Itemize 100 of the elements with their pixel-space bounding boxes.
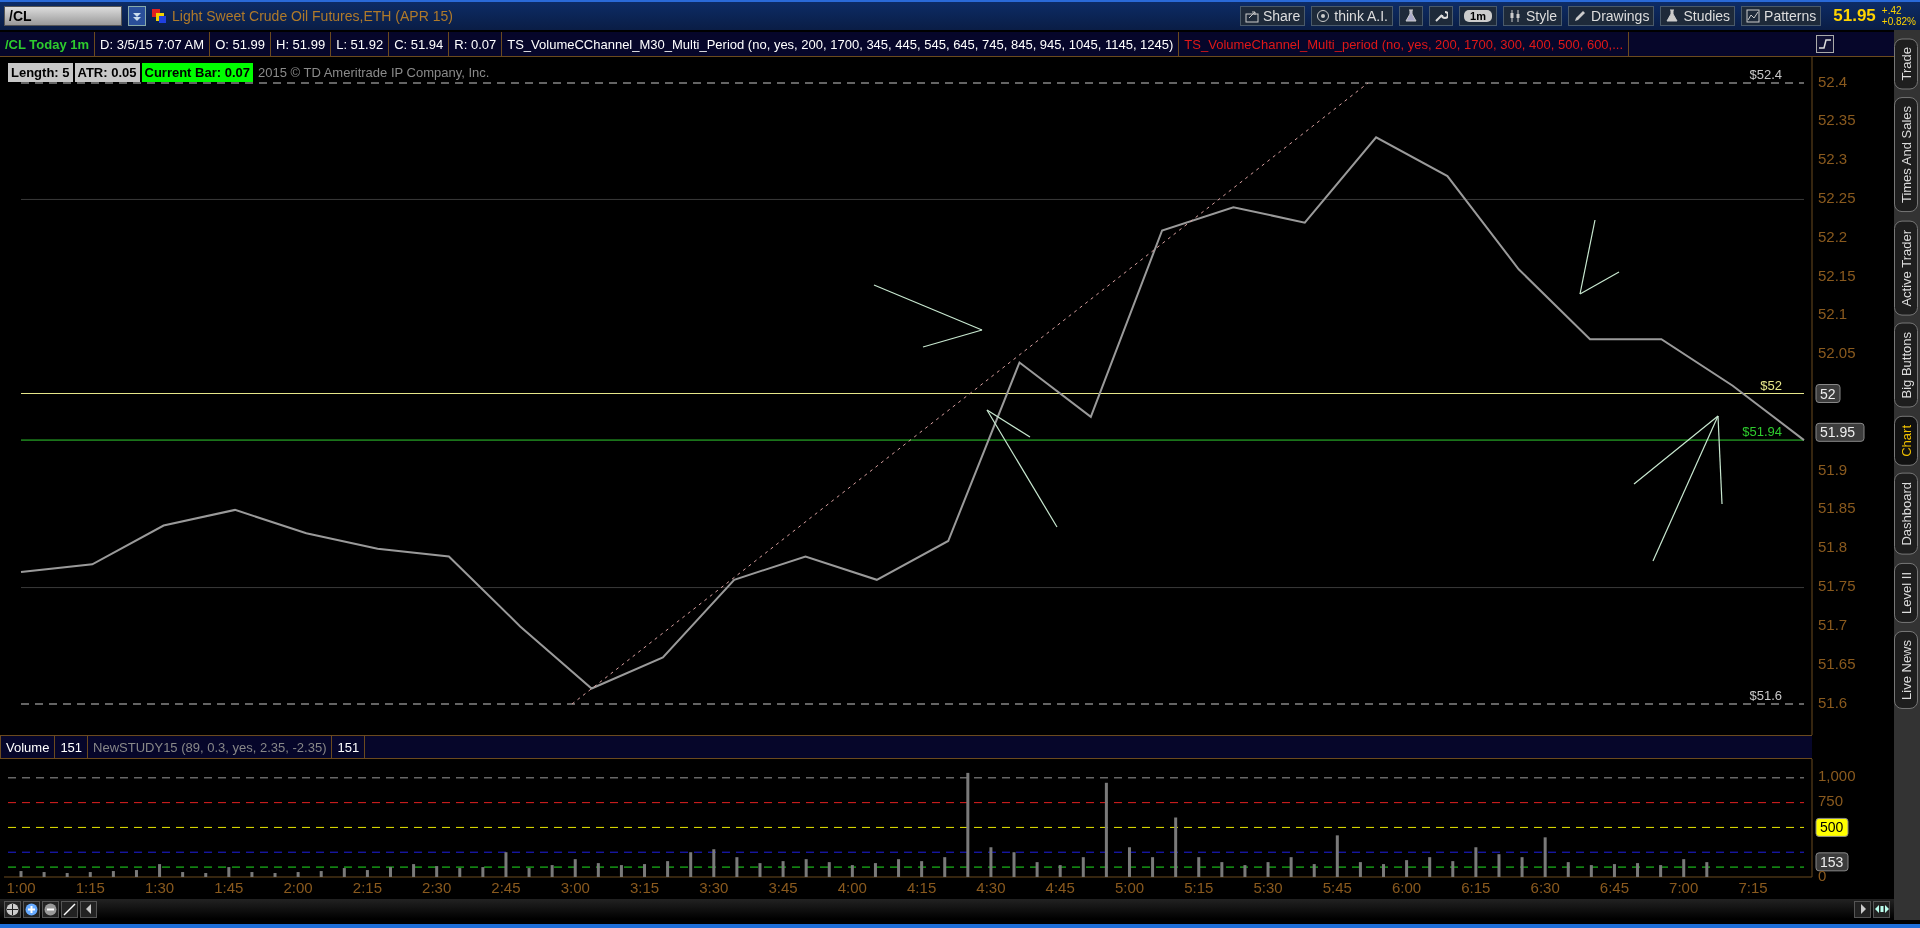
volume-bar — [1058, 865, 1062, 877]
volume-bar — [19, 871, 23, 877]
side-tab[interactable]: Dashboard — [1894, 473, 1918, 556]
volume-bar — [1335, 835, 1339, 877]
chart-icon[interactable] — [1816, 35, 1834, 53]
volume-bar — [1659, 865, 1663, 877]
zoom-out-icon[interactable] — [42, 900, 59, 918]
price-badge: 153 — [1815, 852, 1849, 872]
line-tool-icon[interactable] — [61, 900, 78, 918]
toolbar-button[interactable] — [1399, 6, 1423, 26]
volume-bar — [1035, 862, 1039, 877]
level-label: $51.6 — [1749, 688, 1782, 703]
volume-bar — [596, 863, 600, 877]
toolbar-button[interactable]: Share — [1239, 6, 1306, 26]
volume-bar — [1566, 862, 1570, 877]
axis-tick-label: 52.15 — [1818, 266, 1856, 284]
time-axis-label: 3:00 — [560, 879, 590, 896]
study-label: 151 — [332, 736, 366, 758]
indicator-label: 2015 © TD Ameritrade IP Company, Inc. — [257, 64, 491, 82]
volume-bar — [1382, 864, 1385, 877]
toolbar-button[interactable]: think A.I. — [1311, 6, 1393, 26]
volume-bar — [1243, 865, 1247, 877]
indicator-label: Length: 5 — [8, 63, 73, 82]
volume-bar — [134, 870, 138, 877]
chart-icon — [1746, 9, 1761, 23]
toolbar-button[interactable]: Studies — [1660, 6, 1736, 26]
symbol-field[interactable]: /CL — [4, 6, 122, 26]
volume-bar — [296, 872, 300, 877]
axis-tick-label: 1,000 — [1818, 767, 1856, 785]
pencil-icon — [1573, 9, 1588, 23]
time-axis-label: 4:15 — [907, 879, 937, 896]
level-label: $51.94 — [1742, 424, 1782, 440]
volume-bar — [273, 873, 277, 877]
info-cell: D: 3/5/15 7:07 AM — [95, 32, 211, 56]
volume-bar — [435, 866, 439, 877]
volume-bar — [1174, 817, 1178, 877]
axis-tick-label: 52.2 — [1818, 227, 1848, 245]
side-tab[interactable]: Chart — [1894, 415, 1918, 466]
time-axis-label: 7:15 — [1738, 879, 1768, 896]
interval-button[interactable]: 1m — [1459, 6, 1497, 26]
side-tab[interactable]: Live News — [1894, 630, 1918, 709]
volume-bar — [42, 872, 46, 877]
volume-bar — [1589, 865, 1593, 877]
side-tab[interactable]: Active Trader — [1894, 220, 1918, 316]
time-axis-label: 5:30 — [1253, 879, 1283, 896]
volume-bar — [1312, 864, 1316, 877]
side-tab[interactable]: Trade — [1894, 38, 1918, 90]
flask-icon — [1665, 9, 1680, 23]
toolbar-button[interactable]: Drawings — [1568, 6, 1655, 26]
volume-bar — [365, 870, 369, 877]
time-axis-label: 6:00 — [1392, 879, 1422, 896]
time-axis-label: 6:45 — [1599, 879, 1630, 896]
share-icon — [1244, 9, 1259, 23]
volume-bar — [573, 859, 577, 877]
volume-bar — [873, 863, 877, 877]
time-axis-label: 4:30 — [976, 879, 1006, 896]
volume-bar — [1012, 852, 1016, 877]
eye-icon — [1316, 9, 1331, 23]
volume-bar — [1289, 857, 1293, 877]
zoom-in-icon[interactable] — [23, 900, 40, 918]
side-tab[interactable]: Times And Sales — [1894, 97, 1918, 213]
side-tab[interactable]: Level II — [1894, 563, 1918, 623]
side-tab[interactable]: Big Buttons — [1894, 323, 1918, 408]
volume-bar — [527, 868, 531, 877]
volume-bar — [643, 864, 646, 877]
volume-bar — [827, 862, 831, 877]
time-axis-label: 6:30 — [1530, 879, 1560, 896]
info-cell: O: 51.99 — [210, 32, 271, 56]
time-axis-label: 4:00 — [837, 879, 867, 896]
volume-bar — [1358, 862, 1362, 877]
axis-tick-label: 52.35 — [1818, 111, 1856, 129]
toolbar-button[interactable]: Patterns — [1741, 6, 1822, 26]
toolbar-button[interactable] — [1429, 6, 1453, 26]
volume-bar — [1520, 857, 1524, 877]
axis-tick-label: 52.3 — [1818, 150, 1848, 168]
axis-tick-label: 51.8 — [1818, 538, 1848, 556]
volume-bar — [1705, 862, 1709, 877]
volume-bar — [481, 867, 485, 877]
price-badge: 51.95 — [1815, 422, 1865, 442]
volume-bar — [204, 873, 208, 877]
volume-bar — [666, 861, 670, 877]
volume-bar — [943, 857, 947, 877]
volume-bar — [1451, 861, 1455, 877]
time-axis-label: 1:30 — [144, 879, 175, 896]
volume-bar — [689, 852, 693, 877]
volume-bar — [1151, 857, 1155, 877]
resize-icon[interactable] — [1873, 900, 1890, 918]
volume-bar — [65, 873, 69, 877]
volume-bar — [181, 872, 185, 877]
axis-tick-label: 52.05 — [1818, 344, 1856, 362]
time-axis-label: 2:00 — [283, 879, 313, 896]
volume-bar — [88, 872, 92, 877]
toolbar-button[interactable]: Style — [1502, 6, 1563, 26]
axis-tick-label: 51.9 — [1818, 460, 1848, 478]
dropdown-button[interactable] — [128, 6, 146, 26]
time-axis-label: 2:15 — [352, 879, 382, 896]
volume-bar — [712, 849, 716, 877]
crosshair-icon[interactable] — [4, 900, 21, 918]
info-cell: /CL Today 1m — [0, 32, 96, 56]
squares-icon — [152, 9, 166, 23]
